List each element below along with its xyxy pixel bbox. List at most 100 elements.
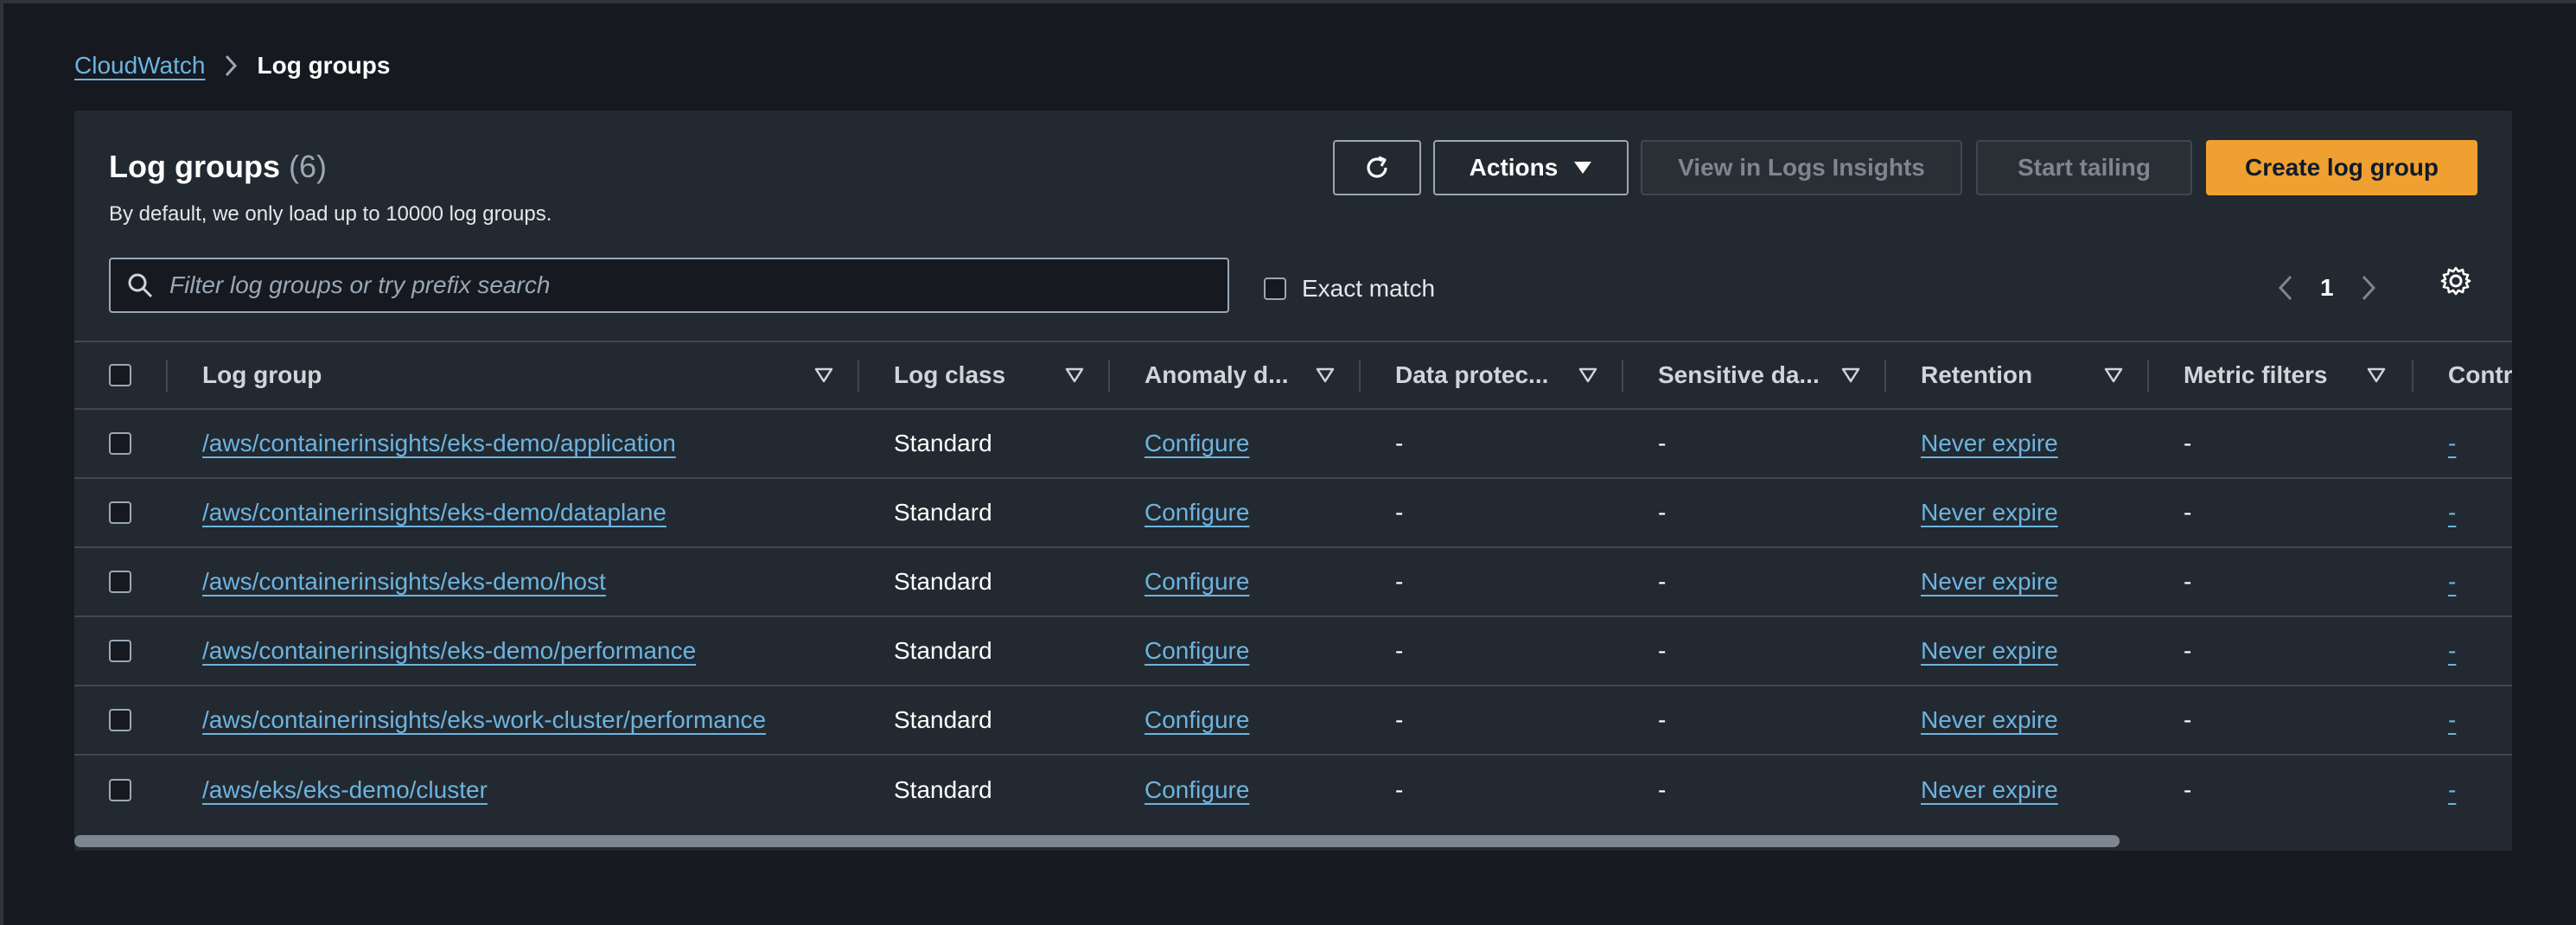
retention-cell: Never expire [1921,548,2120,616]
column-header-log-class[interactable]: Log class [894,342,1093,408]
row-select-cell [109,617,152,685]
retention-link[interactable]: Never expire [1921,568,2058,596]
metric-filters-cell: - [2184,430,2192,456]
gear-icon [2440,266,2471,296]
chevron-right-icon[interactable] [2360,274,2377,302]
chevron-right-icon [224,54,238,78]
row-checkbox[interactable] [109,640,131,662]
column-header-metric-filters[interactable]: Metric filters [2184,342,2382,408]
anomaly-cell: Configure [1145,617,1343,685]
log-group-link[interactable]: /aws/containerinsights/eks-demo/host [202,568,606,596]
exact-match-toggle[interactable]: Exact match [1264,271,1435,306]
retention-link[interactable]: Never expire [1921,637,2058,665]
log-groups-table: Log group Log class Anomaly d... Data pr… [74,341,2512,825]
sensitive-data-cell: - [1658,568,1667,595]
log-group-link[interactable]: /aws/containerinsights/eks-demo/applicat… [202,430,676,457]
contributor-cell: - [2448,756,2512,825]
search-input[interactable] [168,271,1227,300]
page-subtitle: By default, we only load up to 10000 log… [109,202,552,226]
retention-link[interactable]: Never expire [1921,706,2058,734]
sort-triangle-icon[interactable] [2104,367,2123,384]
table-settings-button[interactable] [2439,265,2472,302]
select-all-cell [109,342,152,408]
row-checkbox[interactable] [109,571,131,593]
log-group-link[interactable]: /aws/eks/eks-demo/cluster [202,776,488,804]
contributor-cell: - [2448,548,2512,616]
anomaly-cell: Configure [1145,686,1343,754]
log-group-cell: /aws/eks/eks-demo/cluster [202,756,859,825]
anomaly-cell: Configure [1145,410,1343,477]
select-all-checkbox[interactable] [109,364,131,386]
panel-header: Log groups (6) By default, we only load … [74,111,2512,341]
contributor-cell: - [2448,617,2512,685]
column-header-log-group[interactable]: Log group [202,342,859,408]
breadcrumb-current: Log groups [257,52,391,79]
sort-triangle-icon[interactable] [1316,367,1335,384]
data-protection-cell: - [1395,430,1404,456]
data-protection-cell: - [1395,706,1404,733]
sort-triangle-icon[interactable] [1065,367,1084,384]
refresh-button[interactable] [1333,140,1421,195]
configure-link[interactable]: Configure [1145,430,1249,457]
exact-match-checkbox[interactable] [1264,278,1286,300]
sort-triangle-icon[interactable] [814,367,833,384]
actions-button[interactable]: Actions [1433,140,1629,195]
page-number[interactable]: 1 [2320,274,2334,302]
log-group-link[interactable]: /aws/containerinsights/eks-work-cluster/… [202,706,766,734]
contributor-link[interactable]: - [2448,430,2456,457]
configure-link[interactable]: Configure [1145,637,1249,665]
scrollbar-thumb[interactable] [74,835,2120,847]
title-text: Log groups [109,149,280,184]
row-checkbox[interactable] [109,501,131,524]
configure-link[interactable]: Configure [1145,568,1249,596]
log-group-cell: /aws/containerinsights/eks-demo/performa… [202,617,859,685]
log-group-cell: /aws/containerinsights/eks-demo/dataplan… [202,479,859,546]
log-group-link[interactable]: /aws/containerinsights/eks-demo/performa… [202,637,696,665]
retention-link[interactable]: Never expire [1921,776,2058,804]
page-title: Log groups (6) [109,149,327,185]
sort-triangle-icon[interactable] [1578,367,1597,384]
breadcrumb: CloudWatch Log groups [74,48,390,83]
column-header-data-protection[interactable]: Data protec... [1395,342,1594,408]
column-divider [1622,360,1623,392]
configure-link[interactable]: Configure [1145,706,1249,734]
start-tailing-button[interactable]: Start tailing [1976,140,2192,195]
chevron-left-icon[interactable] [2277,274,2294,302]
log-class-cell: Standard [894,499,992,526]
metric-filters-cell: - [2184,499,2192,526]
metric-filters-cell: - [2184,568,2192,595]
pagination: 1 [2277,266,2377,309]
contributor-cell: - [2448,410,2512,477]
row-checkbox[interactable] [109,779,131,801]
contributor-link[interactable]: - [2448,706,2456,734]
sort-triangle-icon[interactable] [2367,367,2386,384]
contributor-link[interactable]: - [2448,637,2456,665]
column-header-anomaly-detection[interactable]: Anomaly d... [1145,342,1343,408]
configure-link[interactable]: Configure [1145,776,1249,804]
retention-cell: Never expire [1921,756,2120,825]
column-header-contributor-insights[interactable]: Contr [2448,342,2512,408]
configure-link[interactable]: Configure [1145,499,1249,526]
column-header-sensitive-data[interactable]: Sensitive da... [1658,342,1857,408]
row-checkbox[interactable] [109,709,131,731]
row-select-cell [109,548,152,616]
log-group-link[interactable]: /aws/containerinsights/eks-demo/dataplan… [202,499,666,526]
contributor-link[interactable]: - [2448,499,2456,526]
retention-link[interactable]: Never expire [1921,430,2058,457]
column-divider [1108,360,1110,392]
breadcrumb-cloudwatch-link[interactable]: CloudWatch [74,52,205,80]
view-in-logs-insights-button[interactable]: View in Logs Insights [1641,140,1962,195]
row-select-cell [109,479,152,546]
sort-triangle-icon[interactable] [1841,367,1860,384]
create-log-group-button[interactable]: Create log group [2206,140,2477,195]
horizontal-scrollbar[interactable] [74,833,2512,851]
data-protection-cell: - [1395,776,1404,803]
column-divider [1884,360,1886,392]
retention-link[interactable]: Never expire [1921,499,2058,526]
row-select-cell [109,756,152,825]
contributor-link[interactable]: - [2448,568,2456,596]
row-checkbox[interactable] [109,432,131,455]
column-header-retention[interactable]: Retention [1921,342,2120,408]
contributor-link[interactable]: - [2448,776,2456,804]
exact-match-label: Exact match [1302,275,1436,302]
